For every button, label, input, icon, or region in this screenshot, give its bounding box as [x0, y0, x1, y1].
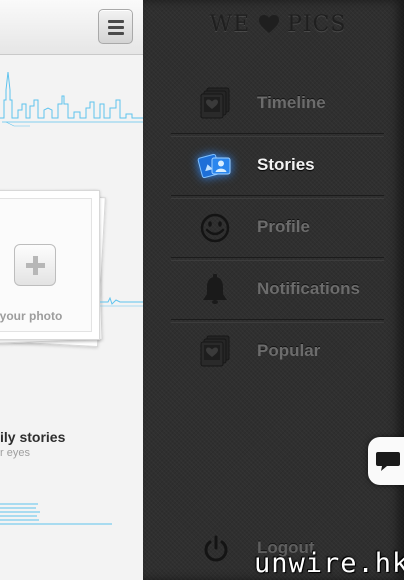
- top-bar: [0, 0, 143, 55]
- heart-icon: [258, 15, 279, 33]
- menu-label-notifications: Notifications: [257, 279, 360, 298]
- add-photo-icon[interactable]: [14, 244, 56, 286]
- story-title: ily stories: [0, 429, 66, 445]
- chat-bubble-icon: [376, 452, 400, 471]
- menu-label-profile: Profile: [257, 217, 310, 236]
- main-content-panel: l your photo ily stories r eyes: [0, 0, 143, 580]
- menu-item-stories[interactable]: Stories: [173, 134, 383, 195]
- watermark-text: unwire.hk: [254, 548, 404, 579]
- brand-right: PICS: [287, 12, 347, 37]
- decorative-stripes: [0, 503, 112, 525]
- smiley-face-icon: [200, 213, 230, 243]
- menu-item-notifications[interactable]: Notifications: [173, 258, 383, 319]
- stories-cards-icon: [197, 153, 231, 179]
- decorative-wave: [100, 296, 143, 307]
- story-subtitle: r eyes: [0, 447, 30, 459]
- power-icon: [204, 535, 228, 562]
- photo-stack-heart-icon: [200, 335, 230, 367]
- brand-logo: WE PICS: [203, 12, 353, 42]
- city-skyline-illustration: [0, 71, 143, 127]
- menu-toggle-button[interactable]: [98, 9, 133, 44]
- menu-item-profile[interactable]: Profile: [173, 196, 383, 257]
- add-photo-card[interactable]: l your photo: [0, 189, 106, 348]
- menu-label-stories: Stories: [257, 155, 315, 174]
- menu-item-popular[interactable]: Popular: [173, 320, 383, 381]
- chat-button[interactable]: [368, 437, 404, 485]
- menu-item-timeline[interactable]: Timeline: [173, 72, 383, 133]
- menu-label-popular: Popular: [257, 341, 321, 360]
- add-photo-label: l your photo: [0, 309, 63, 323]
- side-menu: WE PICS Timeline Stories Profile Notific…: [143, 0, 404, 580]
- photo-stack-heart-icon: [200, 87, 230, 119]
- bell-icon: [203, 274, 227, 304]
- menu-label-timeline: Timeline: [257, 93, 326, 112]
- brand-left: WE: [209, 12, 251, 37]
